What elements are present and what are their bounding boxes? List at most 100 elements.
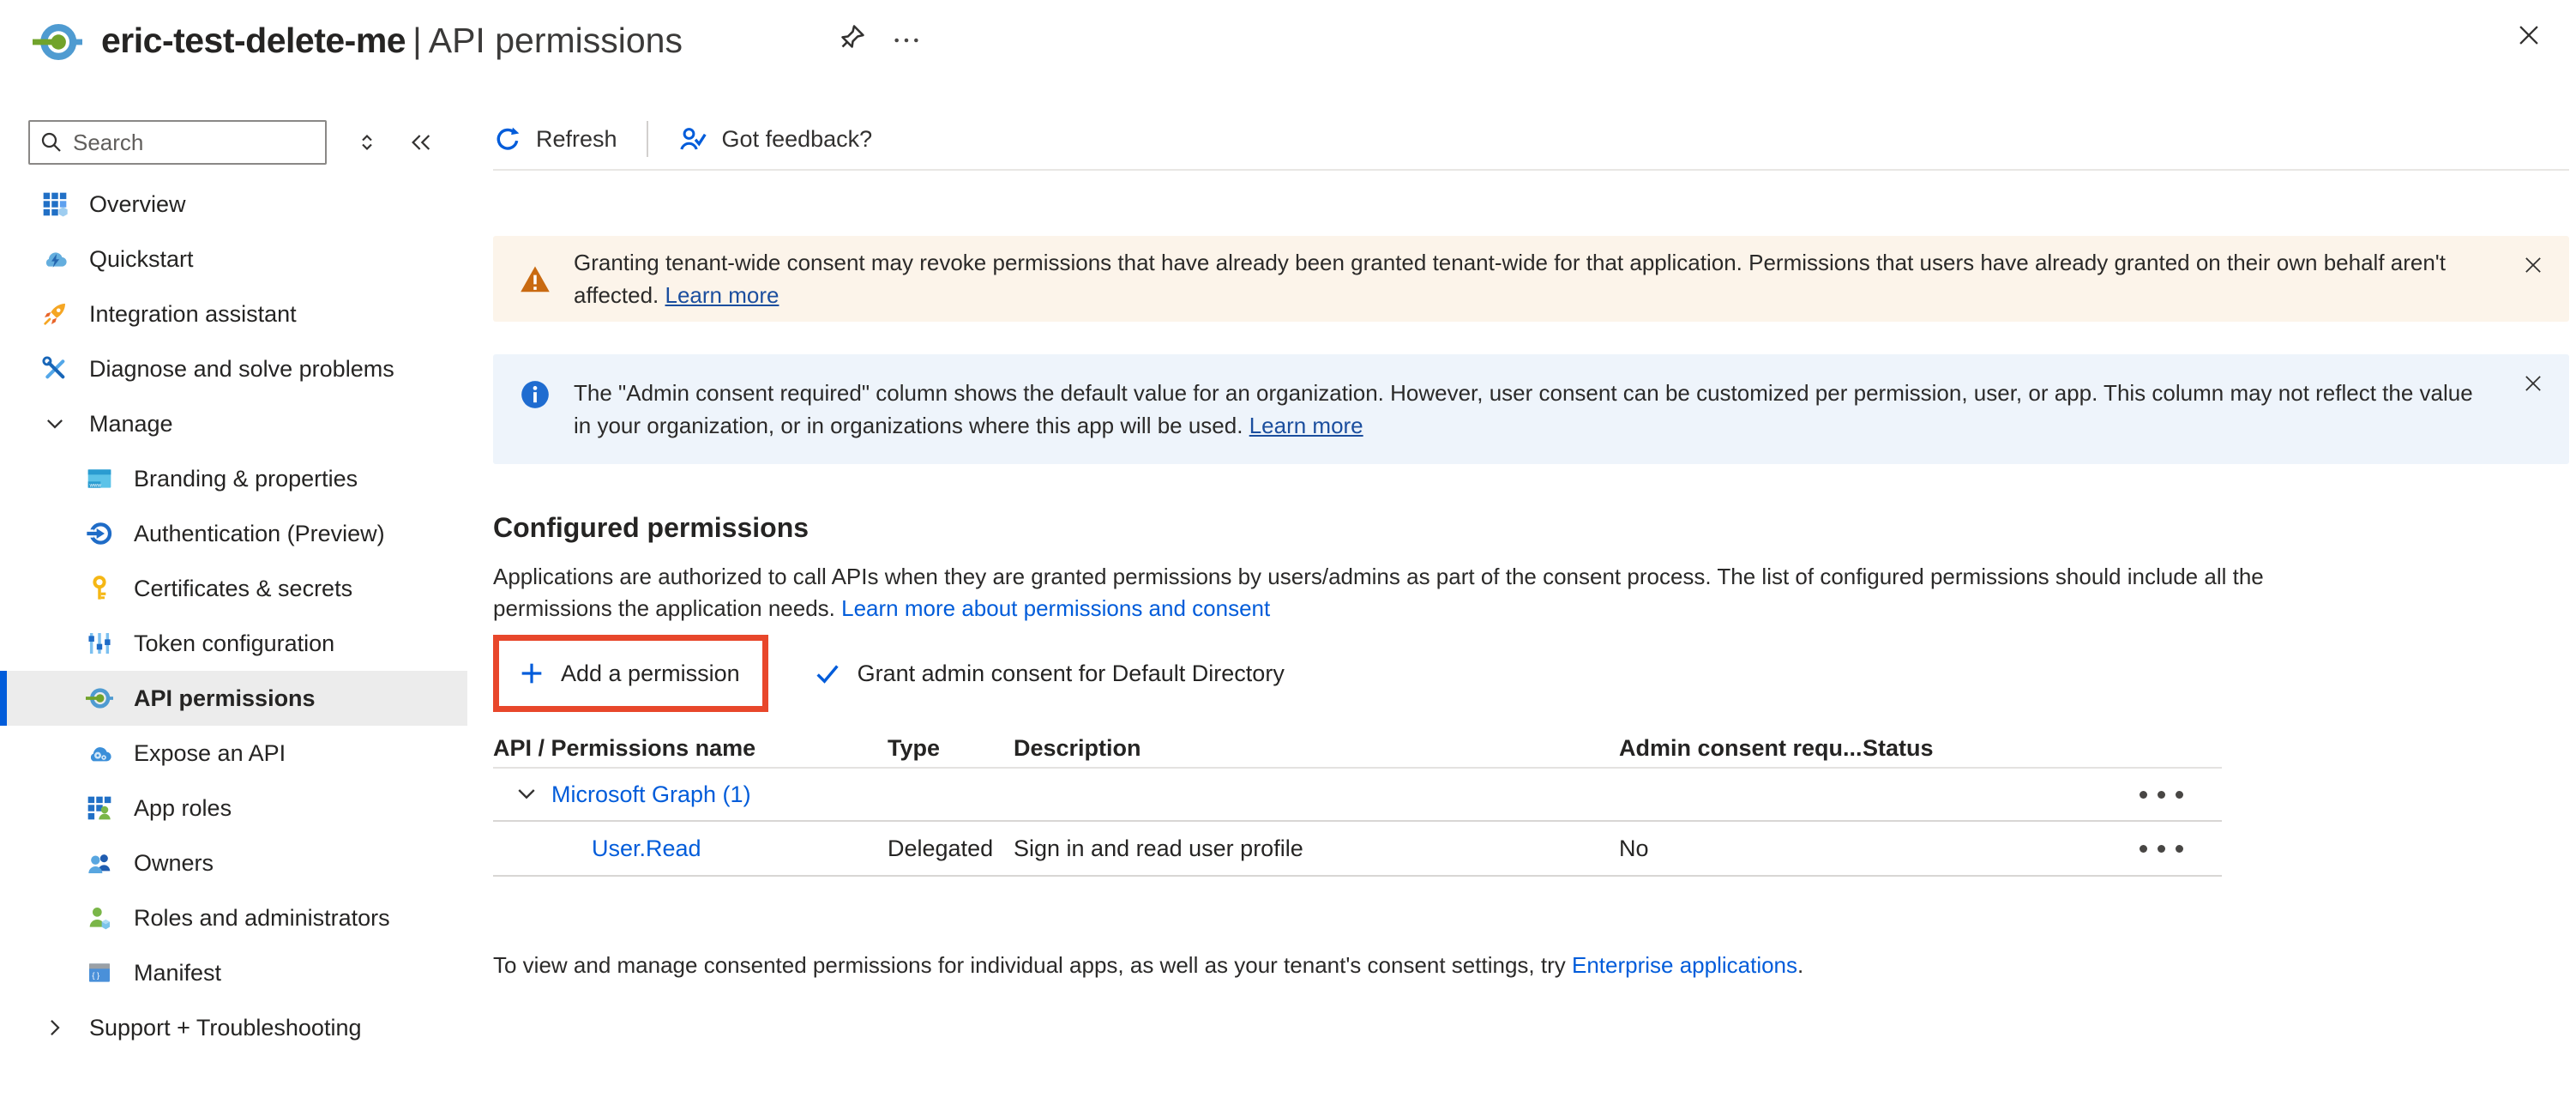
- sidebar-item-overview[interactable]: Overview: [0, 177, 467, 232]
- grant-admin-consent-label: Grant admin consent for Default Director…: [858, 661, 1285, 687]
- check-icon: [813, 659, 842, 688]
- sidebar-item-expose-api[interactable]: Expose an API: [0, 726, 467, 781]
- sidebar-item-label: Branding & properties: [134, 466, 358, 492]
- col-header-name: API / Permissions name: [493, 735, 888, 762]
- sidebar-search-row: [28, 120, 467, 165]
- search-input[interactable]: [73, 130, 316, 156]
- app-name: eric-test-delete-me: [101, 21, 406, 60]
- feedback-icon: [677, 124, 708, 154]
- refresh-label: Refresh: [536, 126, 617, 153]
- integration-assistant-icon: [39, 300, 70, 328]
- sidebar-item-label: Token configuration: [134, 630, 334, 657]
- row-more-menu[interactable]: [2101, 845, 2222, 853]
- manifest-icon: { }: [84, 959, 115, 986]
- sidebar-item-app-roles[interactable]: App roles: [0, 781, 467, 836]
- sidebar-group-label: Manage: [89, 411, 173, 437]
- close-icon[interactable]: [2514, 21, 2543, 50]
- row-more-menu[interactable]: [2101, 791, 2222, 799]
- permission-type: Delegated: [888, 836, 1014, 862]
- sidebar-item-label: Manifest: [134, 960, 221, 986]
- app-registration-icon: [33, 17, 82, 67]
- permission-admin-consent: No: [1619, 836, 1863, 862]
- plus-icon: [518, 660, 545, 687]
- roles-administrators-icon: [84, 904, 115, 932]
- info-close-icon[interactable]: [2521, 371, 2545, 395]
- sidebar-item-label: API permissions: [134, 685, 316, 712]
- chevron-down-icon[interactable]: [514, 781, 539, 807]
- table-row-user-read: User.Read Delegated Sign in and read use…: [493, 822, 2222, 877]
- app-roles-icon: [84, 794, 115, 822]
- sidebar-item-label: Certificates & secrets: [134, 576, 352, 602]
- main-content: Refresh Got feedback? Granting tenant-wi…: [493, 112, 2569, 979]
- grant-admin-consent-button[interactable]: Grant admin consent for Default Director…: [813, 659, 1285, 688]
- sidebar-item-label: Roles and administrators: [134, 905, 390, 932]
- warning-learn-more-link[interactable]: Learn more: [665, 282, 779, 308]
- sidebar: Overview Quickstart Integra: [0, 112, 467, 1055]
- col-header-admin-consent: Admin consent requ...: [1619, 735, 1863, 762]
- pin-icon[interactable]: [836, 22, 867, 53]
- sidebar-group-support[interactable]: Support + Troubleshooting: [0, 1000, 467, 1055]
- ellipsis-icon: [2140, 845, 2147, 853]
- info-learn-more-link[interactable]: Learn more: [1249, 413, 1363, 438]
- sidebar-item-branding[interactable]: www Branding & properties: [0, 451, 467, 506]
- col-header-status: Status: [1863, 735, 2101, 762]
- ellipsis-icon: [2140, 791, 2147, 799]
- api-permissions-icon: [84, 685, 115, 712]
- permission-name-link[interactable]: User.Read: [592, 836, 701, 861]
- sidebar-item-label: Expose an API: [134, 740, 286, 767]
- toolbar-bottom-divider: [493, 169, 2569, 171]
- col-header-description: Description: [1014, 735, 1619, 762]
- sidebar-group-manage[interactable]: Manage: [0, 396, 467, 451]
- microsoft-graph-link[interactable]: Microsoft Graph (1): [551, 781, 751, 808]
- sidebar-item-quickstart[interactable]: Quickstart: [0, 232, 467, 287]
- add-permission-button[interactable]: Add a permission: [518, 660, 740, 687]
- sidebar-item-owners[interactable]: Owners: [0, 836, 467, 890]
- sidebar-item-integration-assistant[interactable]: Integration assistant: [0, 287, 467, 341]
- reorder-icon[interactable]: [354, 130, 380, 155]
- sidebar-item-token-configuration[interactable]: Token configuration: [0, 616, 467, 671]
- authentication-icon: [84, 520, 115, 547]
- annotation-highlight-box: Add a permission: [493, 635, 768, 712]
- table-header-row: API / Permissions name Type Description …: [493, 729, 2222, 769]
- sidebar-item-certificates[interactable]: Certificates & secrets: [0, 561, 467, 616]
- quickstart-icon: [39, 245, 70, 273]
- sidebar-item-label: Diagnose and solve problems: [89, 356, 394, 383]
- info-text: The "Admin consent required" column show…: [574, 377, 2475, 442]
- diagnose-icon: [39, 355, 70, 383]
- toolbar-divider: [647, 121, 648, 157]
- info-banner: The "Admin consent required" column show…: [493, 354, 2569, 464]
- sidebar-item-label: Integration assistant: [89, 301, 297, 328]
- sidebar-item-label: Quickstart: [89, 246, 194, 273]
- refresh-button[interactable]: Refresh: [493, 124, 617, 154]
- section-title: Configured permissions: [493, 512, 2569, 544]
- footer-note: To view and manage consented permissions…: [493, 952, 2569, 979]
- permissions-consent-link[interactable]: Learn more about permissions and consent: [841, 595, 1270, 621]
- enterprise-applications-link[interactable]: Enterprise applications: [1572, 952, 1797, 978]
- sidebar-item-label: Owners: [134, 850, 214, 877]
- info-icon: [519, 378, 551, 411]
- feedback-button[interactable]: Got feedback?: [677, 124, 873, 154]
- feedback-label: Got feedback?: [722, 126, 873, 153]
- ellipsis-icon[interactable]: [892, 26, 921, 55]
- svg-text:www: www: [89, 482, 102, 488]
- branding-icon: www: [84, 465, 115, 492]
- collapse-sidebar-icon[interactable]: [407, 129, 435, 156]
- section-description: Applications are authorized to call APIs…: [493, 561, 2362, 624]
- sidebar-item-api-permissions[interactable]: API permissions: [0, 671, 467, 726]
- sidebar-item-authentication[interactable]: Authentication (Preview): [0, 506, 467, 561]
- sidebar-item-diagnose[interactable]: Diagnose and solve problems: [0, 341, 467, 396]
- token-configuration-icon: [84, 630, 115, 657]
- sidebar-item-manifest[interactable]: { } Manifest: [0, 945, 467, 1000]
- sidebar-group-label: Support + Troubleshooting: [89, 1015, 361, 1041]
- permissions-actions: Add a permission Grant admin consent for…: [493, 635, 2569, 712]
- warning-close-icon[interactable]: [2521, 253, 2545, 277]
- sidebar-item-roles-administrators[interactable]: Roles and administrators: [0, 890, 467, 945]
- sidebar-nav: Overview Quickstart Integra: [0, 177, 467, 1055]
- chevron-right-icon: [39, 1016, 70, 1040]
- page-title: eric-test-delete-me|API permissions: [101, 21, 683, 61]
- search-box[interactable]: [28, 120, 327, 165]
- search-icon: [39, 130, 64, 155]
- overview-icon: [39, 190, 70, 218]
- warning-text: Granting tenant-wide consent may revoke …: [574, 246, 2475, 311]
- command-bar: Refresh Got feedback?: [493, 112, 2569, 166]
